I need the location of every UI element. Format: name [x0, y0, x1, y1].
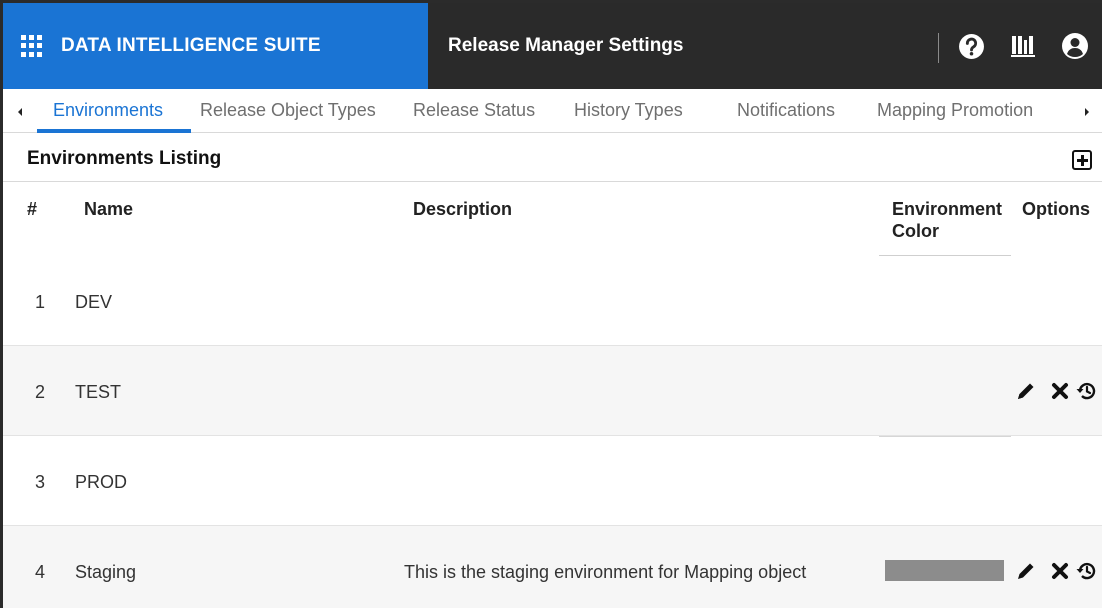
environment-color-swatch: [885, 560, 1004, 581]
header-divider: [938, 33, 939, 63]
col-number-header: #: [27, 199, 38, 219]
help-icon[interactable]: [956, 31, 986, 61]
section-title: Environments Listing: [27, 148, 222, 169]
title-bar: Release Manager Settings: [428, 3, 1102, 89]
table-row[interactable]: 4 Staging This is the staging environmen…: [3, 526, 1102, 608]
row-number: 2: [35, 382, 46, 402]
table-row[interactable]: 1 DEV: [3, 256, 1102, 346]
col-environment-color-header: Environment Color: [892, 199, 1003, 241]
tab-environments[interactable]: Environments: [53, 89, 163, 133]
history-icon[interactable]: [1075, 560, 1097, 582]
row-name: TEST: [75, 382, 122, 402]
settings-tabs: Environments Release Object Types Releas…: [3, 89, 1102, 133]
tab-scroll-right-icon[interactable]: [1082, 105, 1092, 119]
row-name: PROD: [75, 472, 128, 492]
delete-icon[interactable]: [1049, 380, 1071, 402]
tab-scroll-left-icon[interactable]: [15, 105, 25, 119]
apps-grid-icon[interactable]: [21, 35, 43, 57]
row-name: Staging: [75, 562, 137, 582]
add-environment-icon[interactable]: [1072, 150, 1092, 170]
row-name: DEV: [75, 292, 113, 312]
color-cell-topline: [879, 436, 1011, 437]
row-number: 1: [35, 292, 46, 312]
edit-icon[interactable]: [1015, 380, 1037, 402]
col-name-header: Name: [84, 199, 134, 219]
tab-release-status[interactable]: Release Status: [413, 89, 535, 133]
history-icon[interactable]: [1075, 380, 1097, 402]
table-row[interactable]: 2 TEST: [3, 346, 1102, 436]
col-description-header: Description: [413, 199, 513, 219]
tab-release-object-types[interactable]: Release Object Types: [200, 89, 376, 133]
row-number: 4: [35, 562, 46, 582]
brand-title: DATA INTELLIGENCE SUITE: [61, 35, 321, 56]
table-header: # Name Description Environment Color Opt…: [3, 181, 1102, 256]
page-title: Release Manager Settings: [448, 35, 684, 56]
table-row[interactable]: 3 PROD: [3, 436, 1102, 526]
brand-bar: DATA INTELLIGENCE SUITE: [3, 3, 428, 89]
col-options-header: Options: [1022, 199, 1090, 219]
library-icon[interactable]: [1008, 31, 1038, 61]
tab-history-types[interactable]: History Types: [574, 89, 683, 133]
tab-notifications[interactable]: Notifications: [737, 89, 835, 133]
tab-mapping-promotion[interactable]: Mapping Promotion: [877, 89, 1033, 133]
active-tab-indicator: [37, 129, 191, 133]
app-header: DATA INTELLIGENCE SUITE Release Manager …: [3, 3, 1102, 89]
delete-icon[interactable]: [1049, 560, 1071, 582]
row-description: This is the staging environment for Mapp…: [404, 562, 807, 582]
app-window: DATA INTELLIGENCE SUITE Release Manager …: [0, 0, 1102, 608]
user-icon[interactable]: [1060, 31, 1090, 61]
edit-icon[interactable]: [1015, 560, 1037, 582]
row-number: 3: [35, 472, 46, 492]
